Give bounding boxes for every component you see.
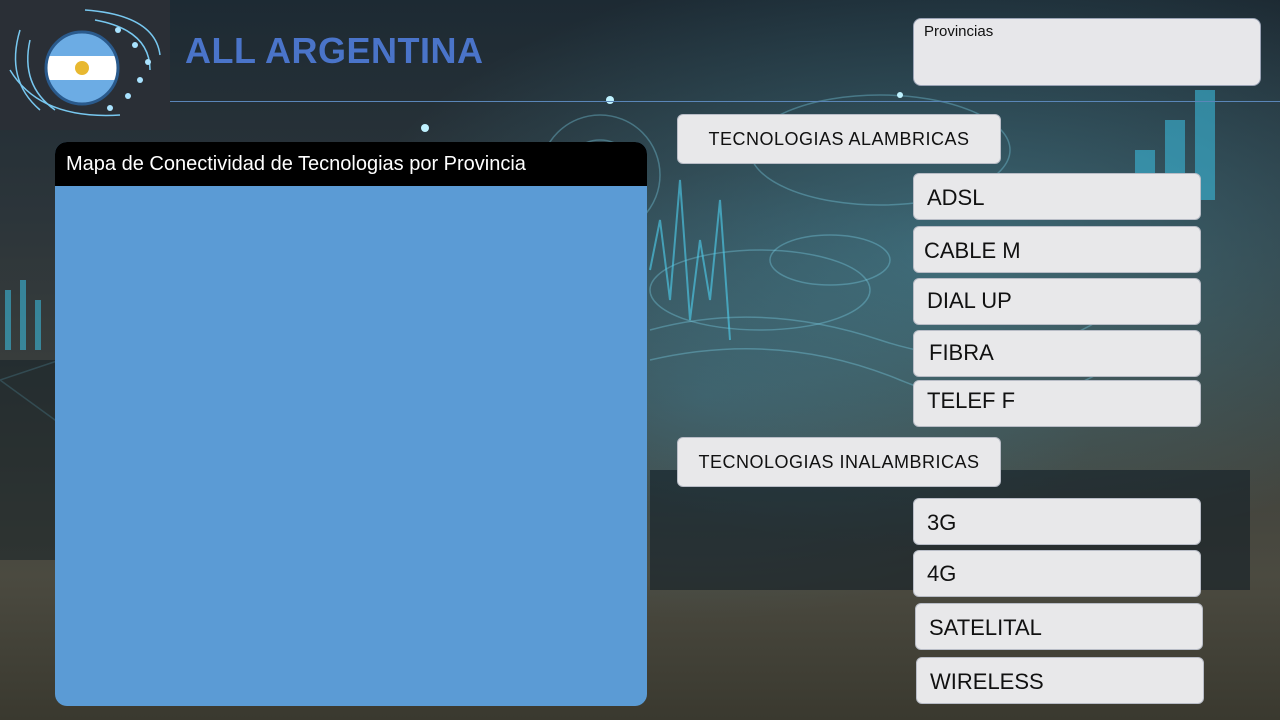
header-divider <box>170 101 1280 102</box>
app-logo <box>0 0 170 130</box>
app-title: ALL ARGENTINA <box>185 30 484 71</box>
map-title: Mapa de Conectividad de Tecnologias por … <box>55 142 647 186</box>
tech-button-cable-m[interactable]: CABLE M <box>913 226 1201 273</box>
tech-button-fibra[interactable]: FIBRA <box>913 330 1201 377</box>
tech-button-wireless[interactable]: WIRELESS <box>916 657 1204 704</box>
tech-button-adsl[interactable]: ADSL <box>913 173 1201 220</box>
tech-button-dial-up[interactable]: DIAL UP <box>913 278 1201 325</box>
provinces-dropdown-label: Provincias <box>924 23 994 40</box>
tech-button-3g[interactable]: 3G <box>913 498 1201 545</box>
wireless-technologies-header: TECNOLOGIAS INALAMBRICAS <box>677 437 1001 487</box>
tech-button-4g[interactable]: 4G <box>913 550 1201 597</box>
tech-button-telef-f[interactable]: TELEF F <box>913 380 1201 427</box>
tech-button-satelital[interactable]: SATELITAL <box>915 603 1203 650</box>
argentina-globe-logo-icon <box>9 9 161 117</box>
connectivity-map-panel[interactable]: Mapa de Conectividad de Tecnologias por … <box>55 142 647 706</box>
wired-technologies-header: TECNOLOGIAS ALAMBRICAS <box>677 114 1001 164</box>
provinces-dropdown[interactable]: Provincias <box>913 18 1261 86</box>
